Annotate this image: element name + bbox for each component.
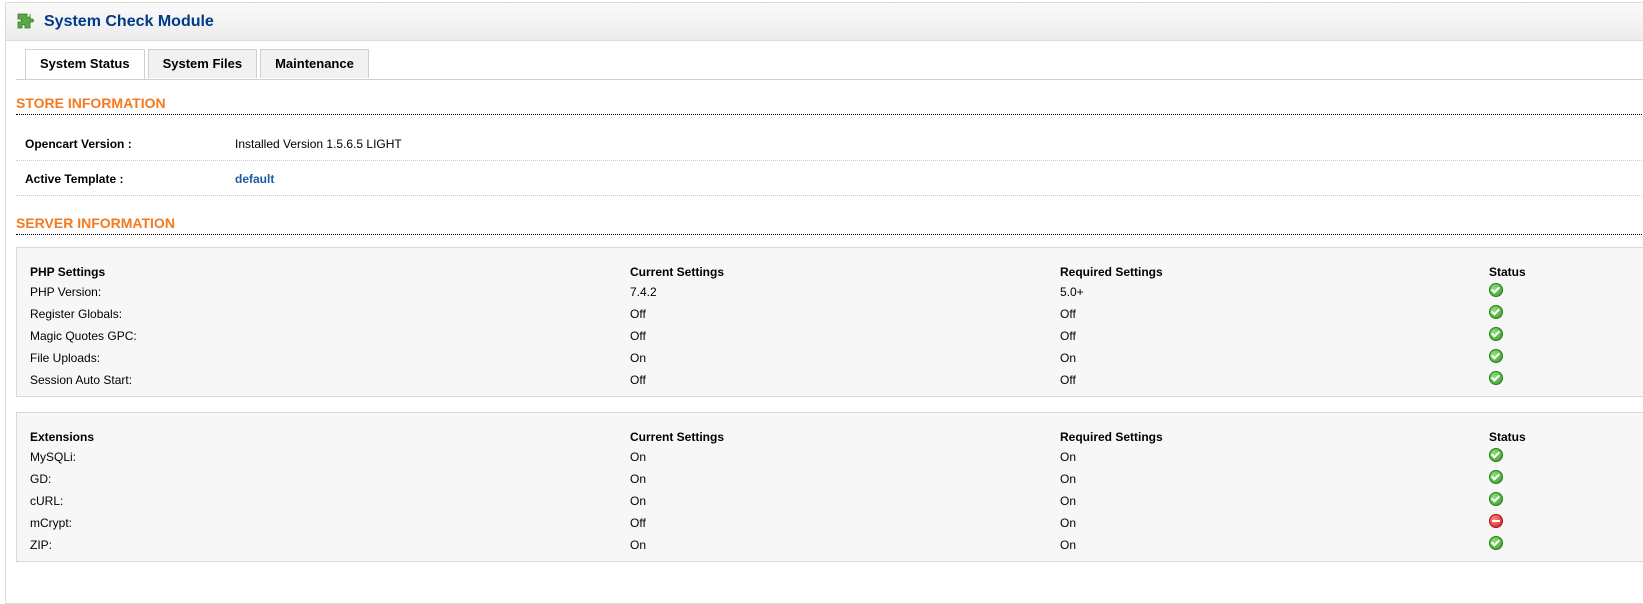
- required-setting: On: [1060, 472, 1077, 486]
- required-setting: On: [1060, 351, 1077, 365]
- opencart-version-row: Opencart Version : Installed Version 1.5…: [16, 126, 1643, 161]
- current-setting: On: [630, 472, 647, 486]
- status-ok-icon: [1489, 349, 1503, 363]
- current-setting: Off: [630, 516, 646, 530]
- extension-name: ZIP:: [30, 538, 53, 552]
- table-row: ZIP: On On: [17, 536, 1643, 560]
- active-template-link[interactable]: default: [235, 172, 274, 186]
- store-information-heading: STORE INFORMATION: [16, 95, 1643, 115]
- php-settings-header-status: Status: [1489, 265, 1526, 279]
- status-ok-icon: [1489, 536, 1503, 550]
- status-ok-icon: [1489, 492, 1503, 506]
- php-settings-panel: PHP Settings Current Settings Required S…: [16, 247, 1643, 397]
- status-ok-icon: [1489, 371, 1503, 385]
- setting-name: Session Auto Start:: [30, 373, 133, 387]
- php-settings-header-current: Current Settings: [630, 265, 725, 279]
- extension-name: MySQLi:: [30, 450, 77, 464]
- table-row: MySQLi: On On: [17, 448, 1643, 472]
- extensions-header-required: Required Settings: [1060, 430, 1163, 444]
- required-setting: Off: [1060, 307, 1076, 321]
- table-row: cURL: On On: [17, 492, 1643, 516]
- setting-name: File Uploads:: [30, 351, 101, 365]
- active-template-row: Active Template : default: [16, 161, 1643, 196]
- extension-name: cURL:: [30, 494, 64, 508]
- setting-name: PHP Version:: [30, 285, 102, 299]
- status-ok-icon: [1489, 448, 1503, 462]
- extensions-header-name: Extensions: [30, 430, 95, 444]
- status-error-icon: [1489, 514, 1503, 528]
- tab-system-status[interactable]: System Status: [25, 49, 145, 80]
- table-row: Register Globals: Off Off: [17, 305, 1643, 329]
- tab-bar: System Status System Files Maintenance: [25, 49, 372, 80]
- opencart-version-value: Installed Version 1.5.6.5 LIGHT: [235, 137, 402, 151]
- table-row: File Uploads: On On: [17, 349, 1643, 373]
- tab-maintenance[interactable]: Maintenance: [260, 49, 369, 78]
- required-setting: On: [1060, 494, 1077, 508]
- extensions-header: Extensions Current Settings Required Set…: [17, 430, 1643, 452]
- required-setting: 5.0+: [1060, 285, 1084, 299]
- required-setting: Off: [1060, 329, 1076, 343]
- php-settings-header-name: PHP Settings: [30, 265, 106, 279]
- extensions-header-current: Current Settings: [630, 430, 725, 444]
- required-setting: On: [1060, 516, 1077, 530]
- setting-name: Magic Quotes GPC:: [30, 329, 137, 343]
- required-setting: On: [1060, 538, 1077, 552]
- tab-divider: [16, 79, 1643, 80]
- table-row: PHP Version: 7.4.2 5.0+: [17, 283, 1643, 307]
- current-setting: On: [630, 538, 647, 552]
- status-ok-icon: [1489, 283, 1503, 297]
- server-information-heading: SERVER INFORMATION: [16, 215, 1643, 235]
- extensions-header-status: Status: [1489, 430, 1526, 444]
- module-box: System Check Module System Status System…: [5, 2, 1643, 604]
- page-title: System Check Module: [44, 13, 214, 30]
- status-ok-icon: [1489, 327, 1503, 341]
- puzzle-icon: [17, 13, 34, 29]
- module-heading: System Check Module: [6, 3, 1643, 41]
- required-setting: Off: [1060, 373, 1076, 387]
- setting-name: Register Globals:: [30, 307, 123, 321]
- current-setting: Off: [630, 373, 646, 387]
- current-setting: On: [630, 494, 647, 508]
- current-setting: On: [630, 351, 647, 365]
- current-setting: Off: [630, 329, 646, 343]
- tab-system-files[interactable]: System Files: [147, 49, 258, 78]
- php-settings-header-required: Required Settings: [1060, 265, 1163, 279]
- table-row: Magic Quotes GPC: Off Off: [17, 327, 1643, 351]
- table-row: mCrypt: Off On: [17, 514, 1643, 538]
- current-setting: On: [630, 450, 647, 464]
- table-row: Session Auto Start: Off Off: [17, 371, 1643, 395]
- current-setting: Off: [630, 307, 646, 321]
- extensions-panel: Extensions Current Settings Required Set…: [16, 412, 1643, 562]
- status-ok-icon: [1489, 470, 1503, 484]
- status-ok-icon: [1489, 305, 1503, 319]
- php-settings-header: PHP Settings Current Settings Required S…: [17, 265, 1643, 287]
- current-setting: 7.4.2: [630, 285, 657, 299]
- extension-name: mCrypt:: [30, 516, 72, 530]
- opencart-version-label: Opencart Version :: [25, 137, 132, 151]
- table-row: GD: On On: [17, 470, 1643, 494]
- required-setting: On: [1060, 450, 1077, 464]
- extension-name: GD:: [30, 472, 52, 486]
- active-template-label: Active Template :: [25, 172, 124, 186]
